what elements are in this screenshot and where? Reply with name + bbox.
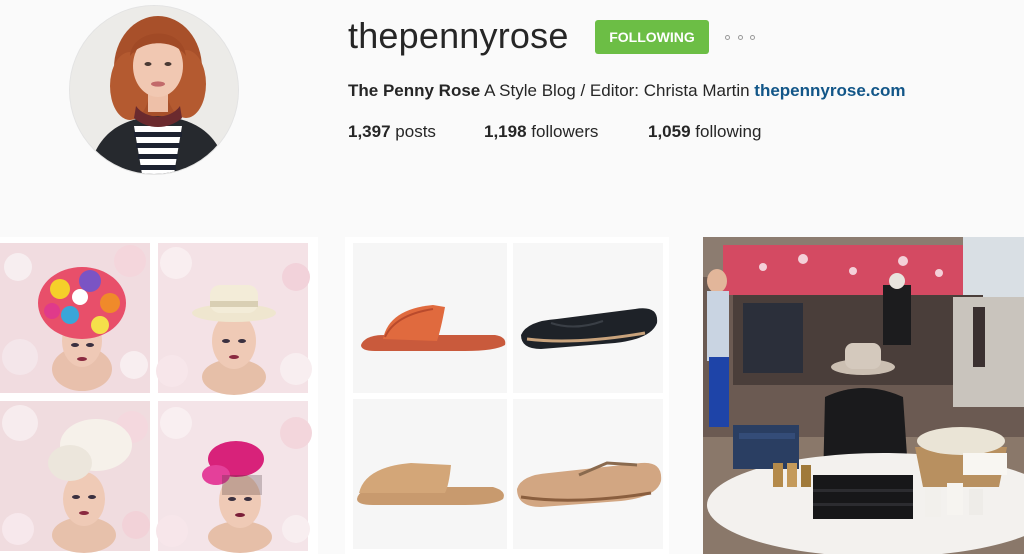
- photo-straw-hat: [156, 243, 312, 395]
- profile-bio: The Penny Rose A Style Blog / Editor: Ch…: [348, 80, 905, 102]
- following-count-value: 1,059: [648, 122, 691, 141]
- photo-floral-headpiece: [0, 243, 150, 393]
- photo-orange-slide: [353, 243, 507, 393]
- dot: [750, 34, 755, 40]
- profile-full-name: The Penny Rose: [348, 81, 481, 100]
- followers-count-value: 1,198: [484, 122, 527, 141]
- dot: [737, 34, 743, 40]
- profile-username: thepennyrose: [348, 15, 569, 56]
- posts-label: posts: [395, 122, 436, 141]
- followers-label: followers: [531, 122, 599, 141]
- ellipsis-icon[interactable]: [725, 31, 755, 43]
- dot: [725, 34, 730, 40]
- posts-count-value: 1,397: [348, 122, 391, 141]
- grid-post-2[interactable]: [345, 237, 669, 554]
- followers-count[interactable]: 1,198 followers: [484, 121, 598, 143]
- grid-post-1[interactable]: [0, 237, 318, 554]
- photo-tan-slide: [353, 399, 507, 549]
- posts-count: 1,397 posts: [348, 121, 436, 143]
- following-label: following: [695, 122, 762, 141]
- photo-pink-net-fascinator: [156, 401, 312, 553]
- following-count[interactable]: 1,059 following: [648, 121, 761, 143]
- grid-post-3[interactable]: [703, 237, 1024, 554]
- photo-tan-loafer: [513, 399, 663, 549]
- photo-black-flat: [513, 243, 663, 393]
- following-button[interactable]: FOLLOWING: [595, 20, 709, 54]
- profile-website-link[interactable]: thepennyrose.com: [754, 81, 905, 100]
- profile-avatar[interactable]: [70, 6, 238, 174]
- photo-white-fascinator: [0, 401, 150, 553]
- profile-bio-text: A Style Blog / Editor: Christa Martin: [484, 81, 750, 100]
